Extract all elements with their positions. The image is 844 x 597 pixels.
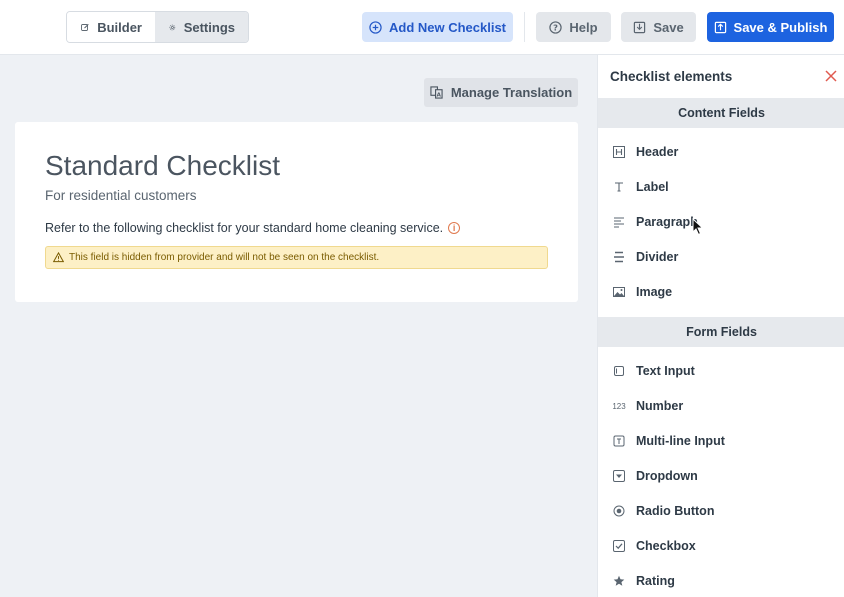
tab-settings-label: Settings [183,19,235,35]
plus-circle-icon [369,20,382,34]
checklist-card: Standard Checklist For residential custo… [15,122,578,302]
warning-icon [53,252,64,263]
element-divider-label: Divider [636,250,679,264]
manage-translation-label: Manage Translation [450,85,573,100]
checklist-description-text: Refer to the following checklist for you… [45,221,444,235]
tab-settings[interactable]: Settings [155,12,248,42]
text-input-icon [612,364,626,378]
help-label: Help [569,19,598,35]
element-text-input[interactable]: Text Input [598,354,844,388]
element-checkbox[interactable]: Checkbox [598,529,844,563]
save-publish-label: Save & Publish [733,19,828,35]
save-label: Save [653,19,684,35]
checklist-subtitle: For residential customers [45,188,197,203]
rating-icon [612,574,626,588]
checklist-title: Standard Checklist [45,150,281,181]
save-publish-button[interactable]: Save & Publish [707,12,834,42]
panel-title: Checklist elements [610,69,733,84]
paragraph-icon [612,215,626,229]
hidden-field-warning: This field is hidden from provider and w… [45,246,548,269]
manage-translation-button[interactable]: A Manage Translation [424,78,578,107]
image-icon [612,285,626,299]
multiline-icon [612,434,626,448]
mode-switch: Builder Settings [66,11,249,43]
translate-icon: A [430,86,443,99]
upload-icon [714,21,726,33]
element-multiline-input-label: Multi-line Input [636,434,725,448]
save-button[interactable]: Save [621,12,696,42]
mouse-cursor-icon [692,218,704,236]
element-divider[interactable]: Divider [598,240,844,274]
checklist-description: Refer to the following checklist for you… [45,221,461,235]
svg-text:A: A [436,93,441,99]
element-dropdown[interactable]: Dropdown [598,459,844,493]
add-checklist-label: Add New Checklist [388,19,507,35]
element-paragraph-label: Paragraph [636,215,698,229]
element-label[interactable]: Label [598,170,844,204]
edit-icon [81,23,89,31]
number-icon: 123 [612,401,626,411]
add-checklist-button[interactable]: Add New Checklist [362,12,513,42]
save-icon [634,21,646,33]
content-fields-header: Content Fields [598,98,844,128]
element-radio-button[interactable]: Radio Button [598,494,844,528]
element-rating-label: Rating [636,574,675,588]
checklist-elements-panel: Checklist elements Content Fields Header… [597,55,844,597]
close-icon[interactable] [824,69,838,83]
dropdown-icon [612,469,626,483]
help-button[interactable]: ? Help [536,12,611,42]
element-image-label: Image [636,285,673,299]
form-fields-header: Form Fields [598,317,844,347]
svg-text:?: ? [553,22,558,32]
element-label-label: Label [636,180,669,194]
element-checkbox-label: Checkbox [636,539,696,553]
element-multiline-input[interactable]: Multi-line Input [598,424,844,458]
header-icon [612,145,626,159]
radio-icon [612,504,626,518]
info-icon[interactable]: i [448,222,461,234]
element-number[interactable]: 123 Number [598,389,844,423]
element-image[interactable]: Image [598,275,844,309]
element-header[interactable]: Header [598,135,844,169]
gear-icon [169,24,176,30]
element-number-label: Number [636,399,684,413]
element-paragraph[interactable]: Paragraph [598,205,844,239]
question-circle-icon: ? [549,20,563,34]
checkbox-icon [612,539,626,553]
tab-builder-label: Builder [97,19,142,35]
divider-icon [612,250,626,264]
text-icon [612,180,626,194]
element-header-label: Header [636,145,679,159]
element-text-input-label: Text Input [636,364,695,378]
tab-builder[interactable]: Builder [67,12,155,42]
toolbar-divider [524,12,525,42]
element-rating[interactable]: Rating [598,564,844,597]
top-toolbar: Builder Settings Add New Checklist ? Hel… [0,0,844,55]
element-dropdown-label: Dropdown [636,469,698,483]
element-radio-button-label: Radio Button [636,504,715,518]
hidden-field-warning-text: This field is hidden from provider and w… [69,252,380,263]
